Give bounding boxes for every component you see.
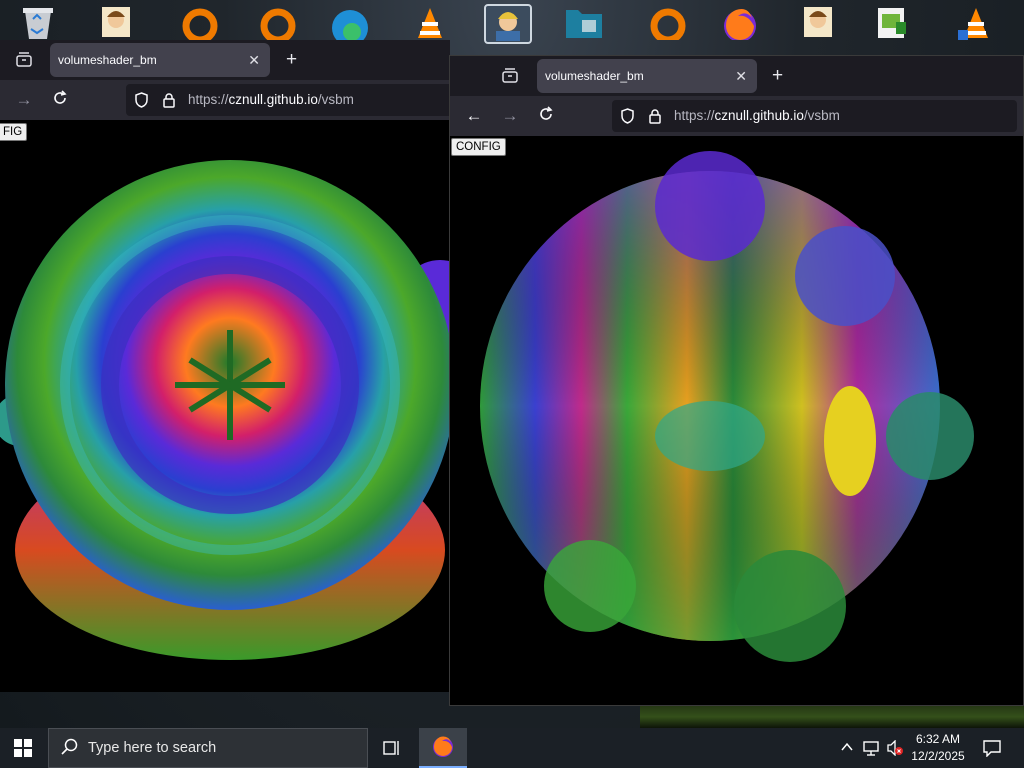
- close-tab-icon[interactable]: ✕: [735, 68, 747, 85]
- user-app-icon-2[interactable]: [796, 4, 840, 40]
- orange-ring-app-icon[interactable]: [178, 4, 222, 40]
- shader-canvas[interactable]: FIG: [0, 120, 450, 692]
- tray-chevron-icon[interactable]: [840, 740, 854, 757]
- taskbar: Type here to search 6:32 AM 12/2/2025: [0, 728, 1024, 768]
- search-icon: [61, 738, 78, 759]
- shader-canvas[interactable]: CONFIG: [450, 136, 1023, 705]
- url-text: https://cznull.github.io/vsbm: [188, 92, 354, 107]
- config-button[interactable]: CONFIG: [451, 138, 506, 156]
- user-app-icon[interactable]: [94, 4, 138, 40]
- browser-window-left[interactable]: volumeshader_bm ✕ + → https://cznull.git…: [0, 40, 456, 692]
- url-bar[interactable]: https://cznull.github.io/vsbm: [126, 84, 456, 116]
- forward-icon[interactable]: →: [14, 90, 34, 110]
- lock-icon[interactable]: [162, 92, 176, 113]
- tab-volumeshader[interactable]: volumeshader_bm ✕: [50, 43, 270, 77]
- config-button[interactable]: FIG: [0, 123, 28, 141]
- taskbar-firefox-icon[interactable]: [419, 728, 467, 768]
- url-text: https://cznull.github.io/vsbm: [674, 108, 840, 123]
- shield-icon[interactable]: [134, 92, 149, 113]
- firefox-icon[interactable]: [718, 4, 762, 40]
- url-bar[interactable]: https://cznull.github.io/vsbm: [612, 100, 1017, 132]
- vlc-icon[interactable]: [408, 4, 452, 40]
- python-folder-icon[interactable]: [562, 4, 606, 40]
- back-icon[interactable]: ←: [464, 106, 484, 126]
- volume-muted-icon[interactable]: [886, 739, 904, 761]
- reload-icon[interactable]: [50, 90, 70, 110]
- orange-ring-app-icon-3[interactable]: [646, 4, 690, 40]
- close-tab-icon[interactable]: ✕: [248, 52, 260, 69]
- tab-overview-icon[interactable]: [14, 50, 34, 70]
- user-folder-icon[interactable]: [484, 4, 532, 44]
- clock-time[interactable]: 6:32 AM: [906, 732, 970, 746]
- notification-icon[interactable]: [983, 739, 1001, 762]
- lock-icon[interactable]: [648, 108, 662, 129]
- tab-title: volumeshader_bm: [58, 53, 157, 67]
- taskbar-search[interactable]: Type here to search: [48, 728, 368, 768]
- tab-bar: volumeshader_bm ✕ +: [0, 40, 450, 80]
- tab-overview-icon[interactable]: [500, 66, 520, 86]
- notepad-icon[interactable]: [870, 4, 914, 40]
- search-placeholder: Type here to search: [88, 740, 217, 756]
- vlc-icon-2[interactable]: [954, 4, 998, 40]
- new-tab-button[interactable]: +: [286, 49, 297, 71]
- windows-start-icon[interactable]: [14, 739, 32, 762]
- tab-title: volumeshader_bm: [545, 69, 644, 83]
- task-view-icon[interactable]: [383, 739, 401, 762]
- nav-bar: → https://cznull.github.io/vsbm: [0, 80, 456, 120]
- fractal-render: [0, 160, 450, 660]
- shield-icon[interactable]: [620, 108, 635, 129]
- browser-window-right[interactable]: volumeshader_bm ✕ + ← → https://cznull.g…: [449, 55, 1024, 706]
- clock-date[interactable]: 12/2/2025: [906, 749, 970, 763]
- nav-bar: ← → https://cznull.github.io/vsbm: [450, 96, 1023, 136]
- network-icon[interactable]: [862, 740, 880, 761]
- reload-icon[interactable]: [536, 106, 556, 126]
- edge-icon[interactable]: [328, 4, 372, 40]
- tab-volumeshader[interactable]: volumeshader_bm ✕: [537, 59, 757, 93]
- fractal-render: [480, 151, 974, 662]
- tab-bar: volumeshader_bm ✕ +: [450, 56, 1023, 96]
- orange-ring-app-icon-2[interactable]: [256, 4, 300, 40]
- forward-icon[interactable]: →: [500, 106, 520, 126]
- new-tab-button[interactable]: +: [772, 65, 783, 87]
- recycle-bin-icon[interactable]: [16, 4, 60, 40]
